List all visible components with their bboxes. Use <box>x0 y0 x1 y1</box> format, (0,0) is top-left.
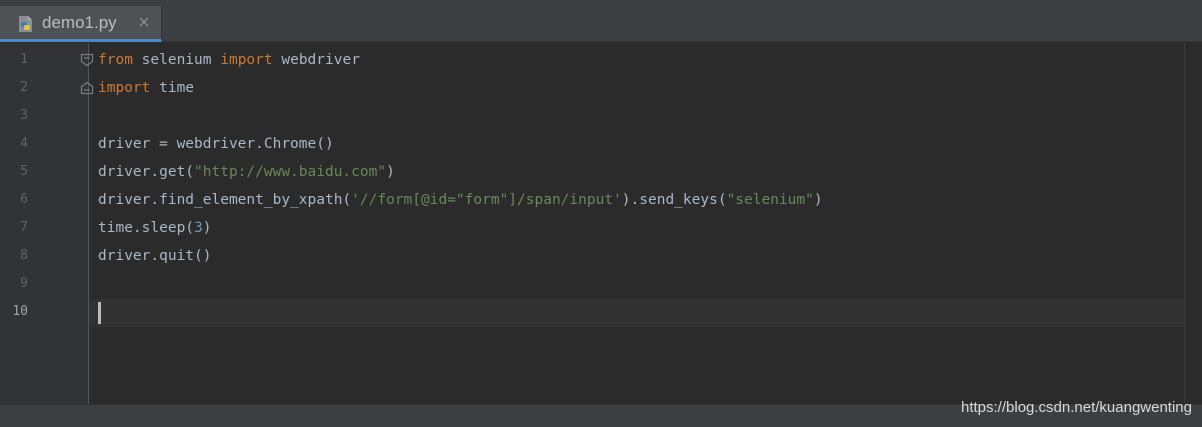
line-number: 1 <box>20 52 28 67</box>
line-number: 7 <box>20 220 28 235</box>
code-token: ) <box>386 164 395 180</box>
line-number: 10 <box>12 304 28 319</box>
code-line[interactable]: driver.get("http://www.baidu.com") <box>98 158 395 186</box>
fold-end-icon[interactable] <box>80 81 94 95</box>
code-token: ) <box>202 220 212 236</box>
tab-filename: demo1.py <box>42 13 117 32</box>
string-token: '//form[@id="form"]/span/input' <box>351 192 622 208</box>
watermark-text: https://blog.csdn.net/kuangwenting <box>961 399 1192 416</box>
string-token: "http://www.baidu.com" <box>194 164 387 180</box>
keyword-token: import <box>98 80 151 96</box>
number-token: 3 <box>194 220 203 236</box>
python-file-icon <box>19 16 32 32</box>
code-token: driver.quit() <box>98 248 212 264</box>
keyword-token: from <box>98 52 133 68</box>
code-editor[interactable]: 1 2 3 4 5 6 7 8 9 10 from selenium import webdriv… <box>0 43 1202 404</box>
string-token: "selenium" <box>726 192 814 208</box>
gutter-divider <box>88 43 89 404</box>
keyword-token: import <box>220 52 273 68</box>
line-number: 5 <box>20 164 28 179</box>
code-line[interactable]: driver.find_element_by_xpath('//form[@id… <box>98 186 823 214</box>
line-number: 4 <box>20 136 28 151</box>
ide-window: demo1.py 1 2 3 4 5 6 7 8 9 10 from selenium impor… <box>0 0 1202 427</box>
text-caret <box>98 302 101 324</box>
code-line[interactable]: import time <box>98 74 194 102</box>
right-margin-guide <box>1184 43 1185 404</box>
code-token: driver.find_element_by_xpath( <box>98 192 352 208</box>
code-token: driver.get( <box>98 164 195 180</box>
line-number: 6 <box>20 192 28 207</box>
line-number: 9 <box>20 276 28 291</box>
code-token: ).send_keys( <box>621 192 727 208</box>
code-token: webdriver <box>272 52 360 68</box>
code-line[interactable]: driver = webdriver.Chrome() <box>98 130 334 158</box>
line-number: 3 <box>20 108 28 123</box>
code-token: time.sleep( <box>98 220 195 236</box>
code-token: time <box>150 80 195 96</box>
tab-demo1-py[interactable]: demo1.py <box>0 6 162 42</box>
fold-start-icon[interactable] <box>80 53 94 67</box>
code-line[interactable]: driver.quit() <box>98 242 212 270</box>
current-line-highlight <box>0 299 1184 327</box>
code-token: driver = webdriver.Chrome() <box>98 136 334 152</box>
code-token: selenium <box>132 52 221 68</box>
close-icon[interactable] <box>137 15 151 29</box>
line-number: 8 <box>20 248 28 263</box>
code-line[interactable]: from selenium import webdriver <box>98 46 360 74</box>
line-number: 2 <box>20 80 28 95</box>
editor-tab-bar: demo1.py <box>0 0 1202 42</box>
code-line[interactable]: time.sleep(3) <box>98 214 212 242</box>
code-token: ) <box>813 192 823 208</box>
